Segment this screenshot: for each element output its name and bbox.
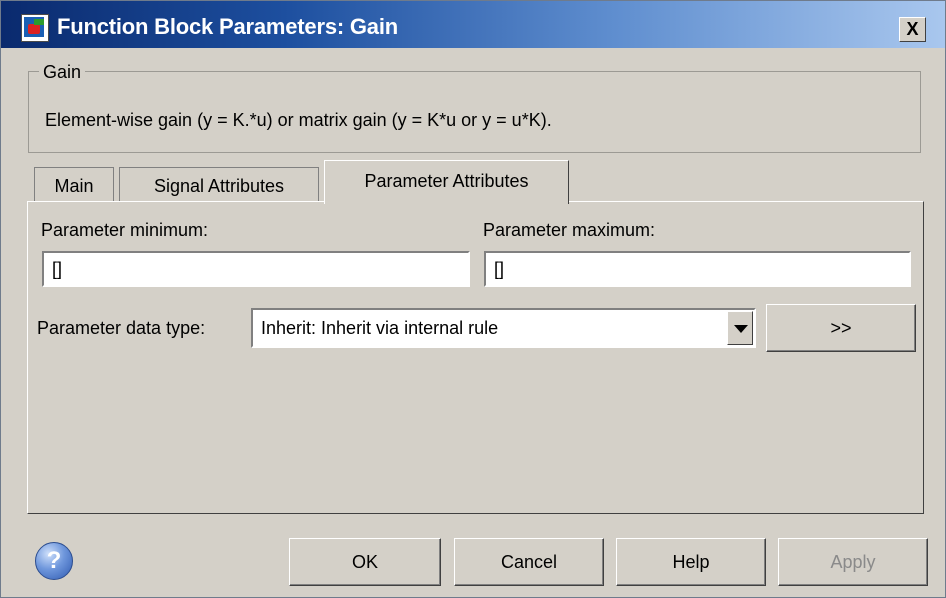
parameter-maximum-label: Parameter maximum:: [483, 220, 656, 240]
dropdown-arrow-icon[interactable]: [727, 311, 753, 345]
data-type-selected-value: Inherit: Inherit via internal rule: [261, 318, 499, 338]
apply-button[interactable]: Apply: [778, 538, 928, 586]
parameter-data-type-label: Parameter data type:: [37, 318, 206, 338]
parameter-maximum-field[interactable]: []: [484, 251, 911, 287]
groupbox-label: Gain: [39, 62, 86, 83]
title-bar[interactable]: Function Block Parameters: Gain X: [1, 1, 945, 48]
tab-parameter-attributes[interactable]: Parameter Attributes: [324, 160, 569, 204]
cancel-button[interactable]: Cancel: [454, 538, 604, 586]
simulink-block-icon: [21, 14, 49, 42]
parameter-minimum-label: Parameter minimum:: [41, 220, 209, 240]
ok-button[interactable]: OK: [289, 538, 441, 586]
help-question-icon[interactable]: ?: [35, 542, 73, 580]
close-button[interactable]: X: [899, 17, 926, 42]
tab-main[interactable]: Main: [34, 167, 114, 205]
window-title: Function Block Parameters: Gain: [57, 14, 398, 39]
tab-signal-attributes[interactable]: Signal Attributes: [119, 167, 319, 205]
dialog-window: Function Block Parameters: Gain X Gain E…: [0, 0, 946, 598]
parameter-minimum-field[interactable]: []: [42, 251, 470, 287]
data-type-assistant-button[interactable]: >>: [766, 304, 916, 352]
tab-panel: [27, 201, 924, 514]
help-button[interactable]: Help: [616, 538, 766, 586]
block-description: Element-wise gain (y = K.*u) or matrix g…: [45, 110, 552, 130]
parameter-data-type-select[interactable]: Inherit: Inherit via internal rule: [251, 308, 756, 348]
